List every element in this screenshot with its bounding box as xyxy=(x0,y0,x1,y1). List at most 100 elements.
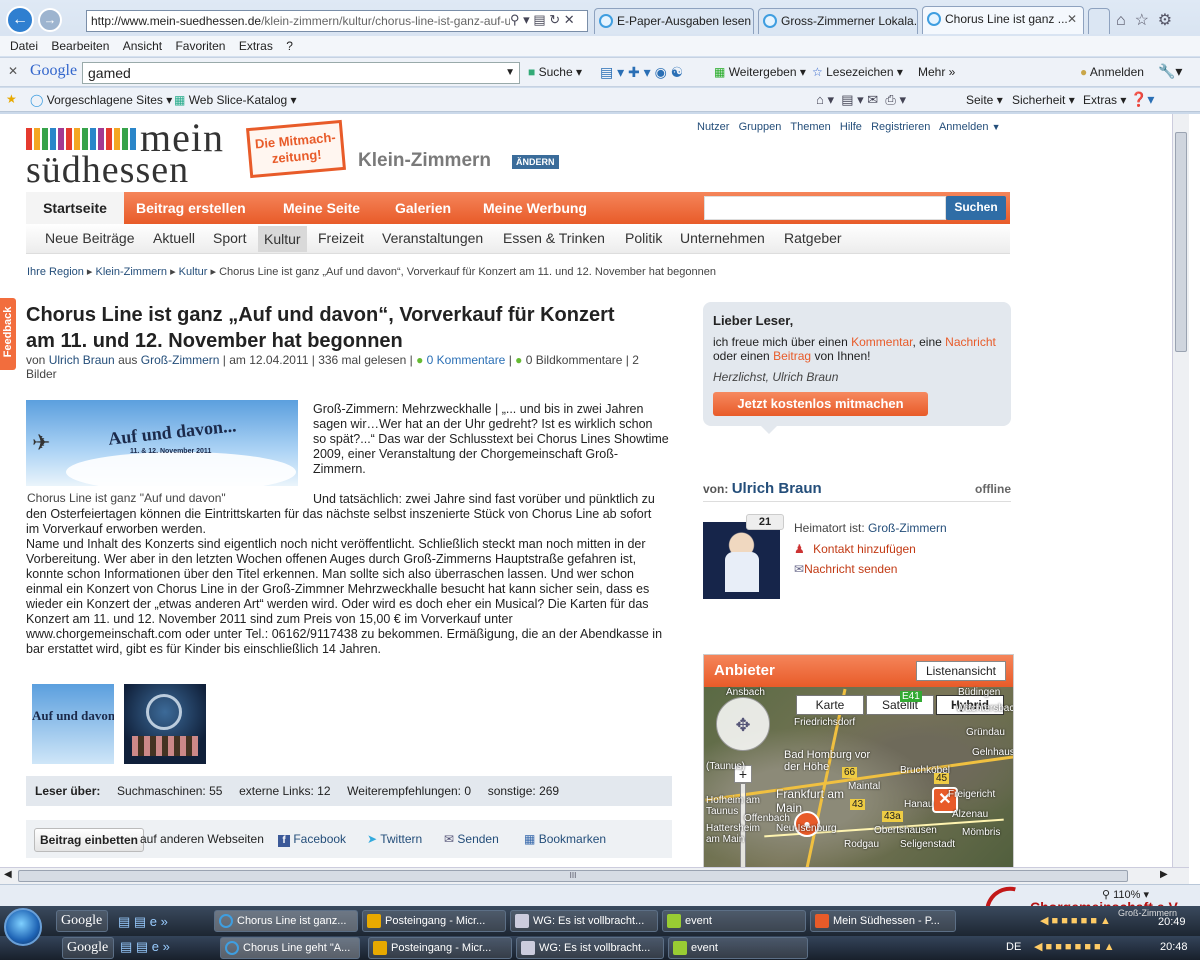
nav-galerien[interactable]: Galerien xyxy=(395,192,451,224)
subnav-kultur[interactable]: Kultur xyxy=(258,226,307,252)
subnav-neue-beitraege[interactable]: Neue Beiträge xyxy=(45,224,135,252)
subnav-sport[interactable]: Sport xyxy=(213,224,246,252)
google-search-button[interactable]: ■ Suche ▾ xyxy=(528,65,582,79)
task-chorus-1[interactable]: Chorus Line ist ganz... xyxy=(214,910,358,932)
hometown-link[interactable]: Groß-Zimmern xyxy=(868,521,947,535)
link-anmelden[interactable]: Anmelden xyxy=(939,121,989,133)
link-nachricht[interactable]: Nachricht xyxy=(945,335,996,349)
task-google-1[interactable]: Google xyxy=(56,910,108,932)
google-search-input[interactable]: gamed ▼ xyxy=(82,62,520,84)
subnav-politik[interactable]: Politik xyxy=(625,224,662,252)
subnav-veranstaltungen[interactable]: Veranstaltungen xyxy=(382,224,483,252)
thumbnail-1[interactable]: Auf und davon... xyxy=(32,684,114,764)
search-icon[interactable]: ⚲ xyxy=(510,12,520,27)
feed-icon[interactable]: ▤ xyxy=(841,92,853,107)
start-button[interactable] xyxy=(4,908,42,946)
subnav-unternehmen[interactable]: Unternehmen xyxy=(680,224,765,252)
breadcrumb-category[interactable]: Kultur xyxy=(179,266,208,278)
menu-tools[interactable]: Extras xyxy=(239,39,273,53)
bookmark-link[interactable]: ▦ Bookmarken xyxy=(524,832,606,846)
scroll-thumb[interactable] xyxy=(1175,132,1187,352)
tab-chorus-line[interactable]: Chorus Line ist ganz ... ✕ xyxy=(922,6,1084,34)
breadcrumb-town[interactable]: Klein-Zimmern xyxy=(96,266,168,278)
tab-epaper[interactable]: E-Paper-Ausgaben lesen ... xyxy=(594,8,754,34)
send-message-link[interactable]: ✉Nachricht senden xyxy=(794,562,897,576)
site-logo[interactable]: mein südhessen xyxy=(26,115,242,191)
send-link[interactable]: ✉ Senden xyxy=(444,832,499,846)
thumbnail-2[interactable] xyxy=(124,684,206,764)
town-link[interactable]: Groß-Zimmern xyxy=(141,353,220,367)
link-kommentar[interactable]: Kommentar xyxy=(851,335,912,349)
gear-icon[interactable]: ⚙ xyxy=(1158,12,1172,29)
close-tab-icon[interactable]: ✕ xyxy=(1067,7,1077,31)
subnav-ratgeber[interactable]: Ratgeber xyxy=(784,224,842,252)
embed-button[interactable]: Beitrag einbetten xyxy=(34,828,145,852)
nav-beitrag-erstellen[interactable]: Beitrag erstellen xyxy=(136,192,246,224)
tools-menu[interactable]: Extras ▾ xyxy=(1083,93,1126,107)
compat-icon[interactable]: ▤ xyxy=(533,12,545,27)
task-mein-suedhessen[interactable]: Mein Südhessen - P... xyxy=(810,910,956,932)
favorites-star-icon[interactable]: ★ xyxy=(6,92,17,106)
nav-meine-werbung[interactable]: Meine Werbung xyxy=(483,192,587,224)
author-link[interactable]: Ulrich Braun xyxy=(49,353,115,367)
language-indicator[interactable]: DE xyxy=(1006,941,1021,953)
dropdown-icon[interactable]: ▾ xyxy=(523,12,530,27)
change-region-button[interactable]: ÄNDERN xyxy=(512,155,559,169)
link-gruppen[interactable]: Gruppen xyxy=(739,121,782,133)
twitter-link[interactable]: ➤ Twittern xyxy=(367,832,422,846)
ie-icon[interactable]: e xyxy=(152,939,159,954)
task-event-1[interactable]: event xyxy=(662,910,806,932)
breadcrumb-region[interactable]: Ihre Region xyxy=(27,266,84,278)
favorites-star-icon[interactable]: ☆ xyxy=(1135,12,1149,29)
home-icon[interactable]: ⌂ xyxy=(816,92,824,107)
link-hilfe[interactable]: Hilfe xyxy=(840,121,862,133)
horizontal-scrollbar[interactable]: ◀ III ▶ xyxy=(0,867,1189,884)
subnav-freizeit[interactable]: Freizeit xyxy=(318,224,364,252)
feedback-tab[interactable]: Feedback xyxy=(0,298,16,370)
share-button[interactable]: ▦ Weitergeben ▾ xyxy=(714,65,806,79)
print-icon[interactable]: ⎙ xyxy=(885,92,895,107)
list-view-button[interactable]: Listenansicht xyxy=(916,661,1006,681)
link-beitrag[interactable]: Beitrag xyxy=(773,349,811,363)
menu-help[interactable]: ? xyxy=(286,39,293,53)
refresh-icon[interactable]: ↻ xyxy=(549,12,560,27)
nav-startseite[interactable]: Startseite xyxy=(26,192,124,224)
more-button[interactable]: Mehr » xyxy=(918,65,955,79)
task-mail-1[interactable]: WG: Es ist vollbracht... xyxy=(510,910,658,932)
mail-icon[interactable]: ✉ xyxy=(867,92,878,107)
author-name[interactable]: Ulrich Braun xyxy=(732,480,822,497)
bookmarks-button[interactable]: ☆ Lesezeichen ▾ xyxy=(812,65,903,79)
help-icon[interactable]: ❓▾ xyxy=(1130,91,1154,108)
page-menu[interactable]: Seite ▾ xyxy=(966,93,1003,107)
join-button[interactable]: Jetzt kostenlos mitmachen xyxy=(713,392,928,416)
nav-meine-seite[interactable]: Meine Seite xyxy=(283,192,360,224)
stop-icon[interactable]: ✕ xyxy=(564,12,575,27)
close-toolbar-icon[interactable]: ✕ xyxy=(8,64,18,78)
add-contact-link[interactable]: ♟ Kontakt hinzufügen xyxy=(794,542,916,556)
subnav-essen-trinken[interactable]: Essen & Trinken xyxy=(503,224,605,252)
menu-favorites[interactable]: Favoriten xyxy=(175,39,225,53)
task-chorus-2[interactable]: Chorus Line geht "A... xyxy=(220,937,360,959)
task-google-2[interactable]: Google xyxy=(62,937,114,959)
dropdown-icon[interactable]: ▼ xyxy=(505,63,515,83)
wrench-icon[interactable]: 🔧▾ xyxy=(1158,63,1182,80)
link-registrieren[interactable]: Registrieren xyxy=(871,121,930,133)
site-search-button[interactable]: Suchen xyxy=(946,196,1006,220)
forward-button[interactable]: → xyxy=(38,8,62,32)
suggested-sites[interactable]: ◯ Vorgeschlagene Sites ▾ xyxy=(30,93,172,107)
link-themen[interactable]: Themen xyxy=(790,121,830,133)
home-icon[interactable]: ⌂ xyxy=(1116,12,1126,29)
back-button[interactable]: ← xyxy=(6,6,34,34)
facebook-link[interactable]: f Facebook xyxy=(278,832,346,847)
link-nutzer[interactable]: Nutzer xyxy=(697,121,729,133)
new-tab-button[interactable] xyxy=(1088,8,1110,34)
task-mail-2[interactable]: WG: Es ist vollbracht... xyxy=(516,937,664,959)
menu-edit[interactable]: Bearbeiten xyxy=(51,39,109,53)
ie-icon[interactable]: e xyxy=(150,914,157,929)
tab-gross-zimmerner[interactable]: Gross-Zimmerner Lokala... xyxy=(758,8,918,34)
scroll-left-icon[interactable]: ◀ xyxy=(4,869,12,880)
menu-view[interactable]: Ansicht xyxy=(123,39,162,53)
avatar[interactable] xyxy=(703,522,780,599)
web-slice-gallery[interactable]: ▦ Web Slice-Katalog ▾ xyxy=(174,93,297,107)
scroll-right-icon[interactable]: ▶ xyxy=(1160,869,1168,880)
